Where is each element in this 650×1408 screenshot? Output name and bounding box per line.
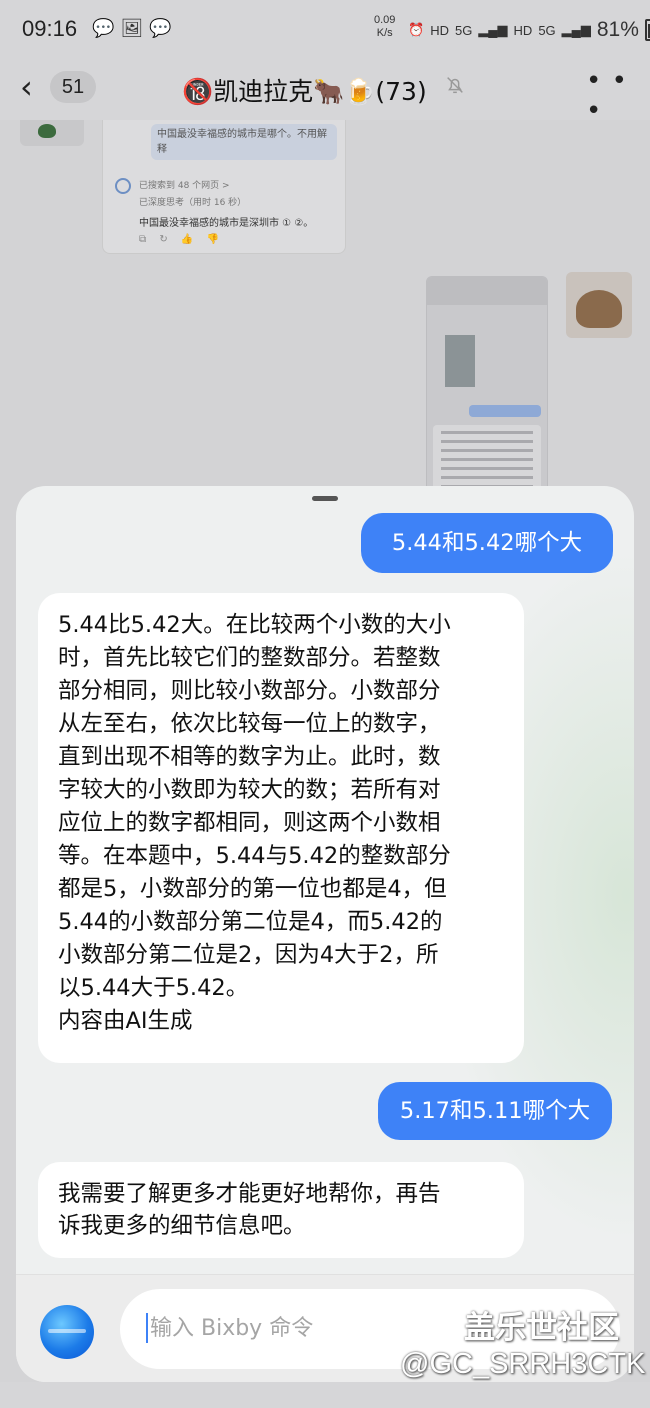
- message-line: 字较大的小数即为较大的数；若所有对: [58, 777, 441, 803]
- message-line: 5.44比5.42大。在比较两个小数的大小: [58, 612, 451, 638]
- message-line: 应位上的数字都相同，则这两个小数相: [58, 810, 441, 836]
- chat-title[interactable]: 🔞凯迪拉克🐂🍺(73): [182, 72, 427, 108]
- avatar[interactable]: [566, 272, 632, 338]
- signal-icon: ▂▄▆: [561, 22, 591, 37]
- bixby-voice-icon[interactable]: [40, 1305, 94, 1359]
- sheet-drag-handle[interactable]: [312, 496, 338, 501]
- action-icons: ⧉ ↻ 👍 👎: [139, 234, 224, 245]
- message-line: 等。在本题中，5.44与5.42的整数部分: [58, 843, 451, 869]
- watermark-site: 盖乐世社区: [464, 1310, 619, 1346]
- battery-percent: 81%: [596, 18, 639, 41]
- message-line: 直到出现不相等的数字为止。此时，数: [58, 744, 441, 770]
- quoted-answer: 中国最没幸福感的城市是深圳市 ① ②。: [139, 218, 314, 229]
- status-right: ⏰ HD 5G ▂▄▆ HD 5G ▂▄▆ 81%: [408, 18, 650, 42]
- avatar[interactable]: [20, 120, 84, 146]
- watermark-user: @GC_SRRH3CTK: [400, 1348, 646, 1380]
- bixby-sheet: 5.44和5.42哪个大 5.44比5.42大。在比较两个小数的大小 时，首先比…: [16, 486, 634, 1382]
- net-speed: 0.09 K/s: [374, 14, 395, 40]
- message-line: 从左至右，依次比较每一位上的数字，: [58, 711, 441, 737]
- message-line: 小数部分第二位是2，因为4大于2，所: [58, 942, 439, 968]
- mute-bell-icon: [447, 77, 463, 94]
- more-icon[interactable]: • • •: [586, 66, 650, 126]
- net-speed-value: 0.09: [374, 14, 396, 26]
- message-line: 5.44的小数部分第二位是4，而5.42的: [58, 909, 443, 935]
- chat-header: ‹ 51 🔞凯迪拉克🐂🍺(73) • • •: [0, 62, 650, 126]
- bottom-nav-strip: [0, 1382, 650, 1408]
- notification-icons: 💬 🖼 💬: [92, 18, 172, 39]
- status-time: 09:16: [22, 16, 78, 41]
- background-chat: 中国最没幸福感的城市是哪个。不用解释 已搜索到 48 个网页 > 已深度思考（用…: [0, 120, 650, 640]
- net-speed-unit: K/s: [376, 27, 393, 39]
- ai-generated-note: 内容由AI生成: [58, 1008, 193, 1034]
- message-line: 诉我更多的细节信息吧。: [58, 1213, 306, 1239]
- sim2-network: 5G: [538, 22, 556, 38]
- signal-icon: ▂▄▆: [478, 22, 508, 37]
- message-line: 以5.44大于5.42。: [58, 975, 249, 1001]
- back-chevron-icon[interactable]: ‹: [20, 68, 33, 106]
- sim1-network: 5G: [454, 22, 473, 38]
- quoted-question: 中国最没幸福感的城市是哪个。不用解释: [151, 124, 337, 160]
- message-line: 部分相同，则比较小数部分。小数部分: [58, 678, 441, 704]
- assistant-message: 我需要了解更多才能更好地帮你，再告 诉我更多的细节信息吧。: [38, 1162, 524, 1258]
- status-bar: 09:16 💬 🖼 💬 0.09 K/s ⏰ HD 5G ▂▄▆ HD 5G ▂…: [0, 0, 650, 62]
- chat-bubble-icon: 💬: [92, 18, 115, 39]
- alarm-icon: ⏰: [408, 22, 425, 37]
- user-message: 5.17和5.11哪个大: [378, 1082, 612, 1140]
- sim1-label: HD: [430, 22, 449, 38]
- unread-count-badge[interactable]: 51: [50, 71, 96, 103]
- think-meta: 已深度思考（用时 16 秒）: [139, 198, 247, 208]
- shared-screenshot-card[interactable]: 中国最没幸福感的城市是哪个。不用解释 已搜索到 48 个网页 > 已深度思考（用…: [102, 120, 346, 254]
- battery-icon: [644, 19, 650, 41]
- assistant-message: 5.44比5.42大。在比较两个小数的大小 时，首先比较它们的整数部分。若整数 …: [38, 593, 524, 1063]
- text-caret: [146, 1313, 148, 1343]
- ai-logo-icon: [115, 178, 131, 194]
- image-icon: 🖼: [120, 18, 144, 39]
- input-placeholder: 输入 Bixby 命令: [150, 1316, 314, 1341]
- message-line: 我需要了解更多才能更好地帮你，再告: [58, 1181, 441, 1207]
- message-line: 都是5，小数部分的第一位也都是4，但: [58, 876, 447, 902]
- user-message: 5.44和5.42哪个大: [361, 513, 613, 573]
- sim2-label: HD: [513, 22, 533, 38]
- message-line: 时，首先比较它们的整数部分。若整数: [58, 645, 441, 671]
- chat-bubble-icon: 💬: [149, 18, 172, 39]
- search-meta: 已搜索到 48 个网页 >: [139, 181, 230, 191]
